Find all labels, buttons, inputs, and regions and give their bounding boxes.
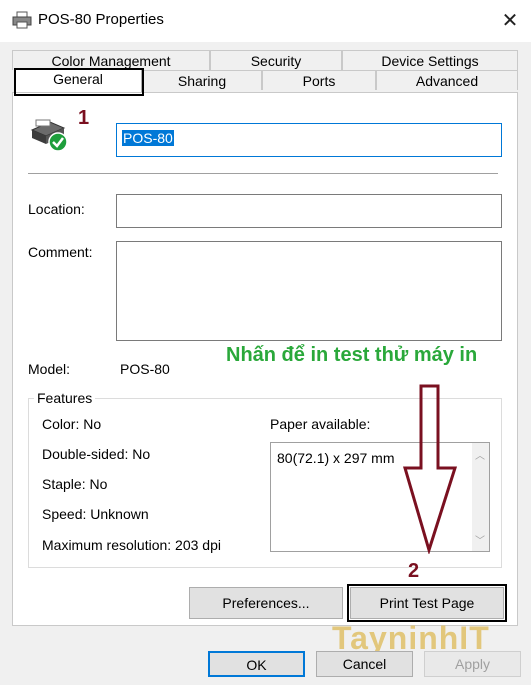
- comment-textarea[interactable]: [116, 241, 502, 341]
- location-label: Location:: [28, 201, 85, 217]
- scroll-down-icon[interactable]: ﹀: [475, 532, 485, 547]
- tab-label: Color Management: [51, 53, 171, 69]
- tab-advanced[interactable]: Advanced: [376, 70, 518, 90]
- printer-icon: [12, 11, 32, 29]
- feature-staple: Staple: No: [42, 476, 108, 492]
- comment-label: Comment:: [28, 244, 93, 260]
- printer-ready-icon: [30, 119, 68, 152]
- title-bar: POS-80 Properties ✕: [0, 0, 531, 42]
- tab-color-management[interactable]: Color Management: [12, 50, 210, 70]
- step-2-label: 2: [408, 560, 420, 582]
- feature-speed: Speed: Unknown: [42, 506, 149, 522]
- tab-device-settings[interactable]: Device Settings: [342, 50, 518, 70]
- step-1-label: 1: [78, 107, 90, 129]
- printer-name-text: POS-80: [122, 130, 174, 146]
- tab-label: Device Settings: [381, 53, 479, 69]
- paper-available-label: Paper available:: [270, 416, 371, 432]
- close-icon[interactable]: ✕: [497, 8, 523, 34]
- printer-name-input[interactable]: POS-80: [116, 123, 502, 157]
- paper-item[interactable]: 80(72.1) x 297 mm: [277, 450, 395, 466]
- ok-button[interactable]: OK: [208, 651, 305, 677]
- preferences-button[interactable]: Preferences...: [189, 587, 343, 619]
- feature-color: Color: No: [42, 416, 102, 432]
- window-title: POS-80 Properties: [38, 11, 164, 28]
- model-value: POS-80: [120, 361, 170, 377]
- location-input[interactable]: [116, 194, 502, 228]
- tab-label: Ports: [302, 73, 336, 89]
- tab-sharing[interactable]: Sharing: [142, 70, 262, 90]
- scroll-up-icon[interactable]: ︿: [475, 447, 485, 462]
- paper-list-scrollbar[interactable]: ︿ ﹀: [472, 443, 489, 551]
- highlight-box-print-test: [347, 584, 507, 622]
- cancel-button[interactable]: Cancel: [316, 651, 413, 677]
- feature-double-sided: Double-sided: No: [42, 446, 151, 462]
- feature-max-resolution: Maximum resolution: 203 dpi: [42, 537, 221, 553]
- instruction-text: Nhấn để in test thử máy in: [226, 344, 478, 366]
- tab-label: Advanced: [415, 73, 479, 89]
- tab-ports[interactable]: Ports: [262, 70, 376, 90]
- separator: [28, 173, 498, 174]
- tab-label: Sharing: [177, 73, 227, 89]
- arrow-down-icon: [402, 384, 458, 554]
- model-label: Model:: [28, 361, 71, 377]
- apply-button[interactable]: Apply: [424, 651, 521, 677]
- features-group-label: Features: [34, 390, 96, 406]
- tab-security[interactable]: Security: [210, 50, 342, 70]
- highlight-box-general-tab: [14, 68, 144, 96]
- tab-label: Security: [250, 53, 302, 69]
